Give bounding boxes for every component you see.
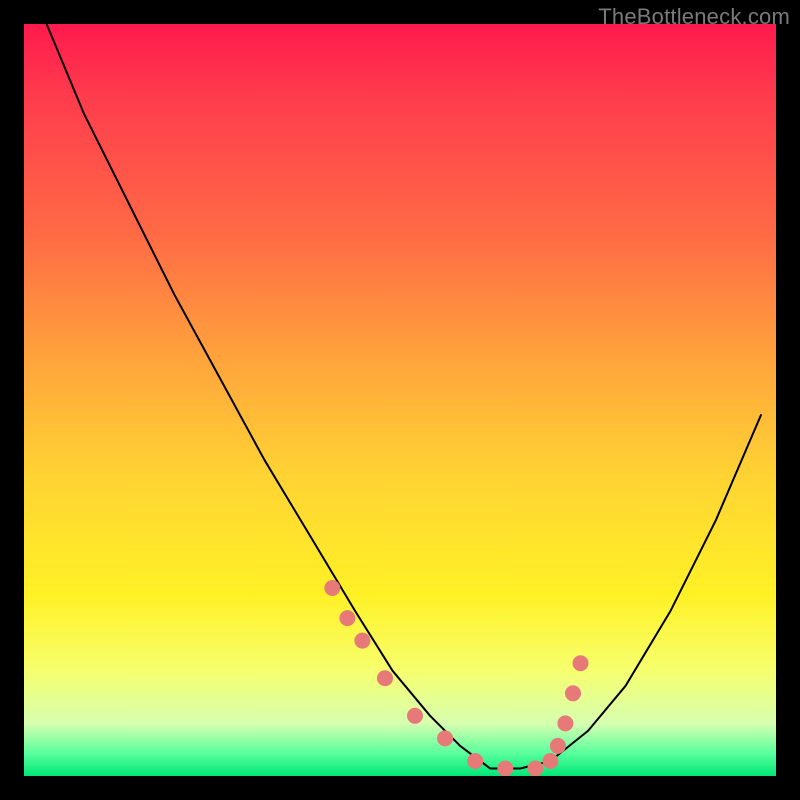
marker-dot xyxy=(324,580,340,596)
plot-area xyxy=(24,24,776,776)
marker-dot xyxy=(377,670,393,686)
marker-dot xyxy=(557,715,573,731)
marker-dot xyxy=(497,761,513,777)
marker-dot xyxy=(550,738,566,754)
curve-layer xyxy=(24,24,776,776)
marker-dot xyxy=(407,708,423,724)
marker-dot xyxy=(573,655,589,671)
marker-dots xyxy=(324,580,588,776)
marker-dot xyxy=(339,610,355,626)
bottleneck-curve xyxy=(47,24,761,769)
marker-dot xyxy=(527,761,543,777)
marker-dot xyxy=(542,753,558,769)
chart-frame: TheBottleneck.com xyxy=(0,0,800,800)
marker-dot xyxy=(565,685,581,701)
marker-dot xyxy=(354,633,370,649)
marker-dot xyxy=(437,730,453,746)
marker-dot xyxy=(467,753,483,769)
bottleneck-curve-path xyxy=(47,24,761,769)
